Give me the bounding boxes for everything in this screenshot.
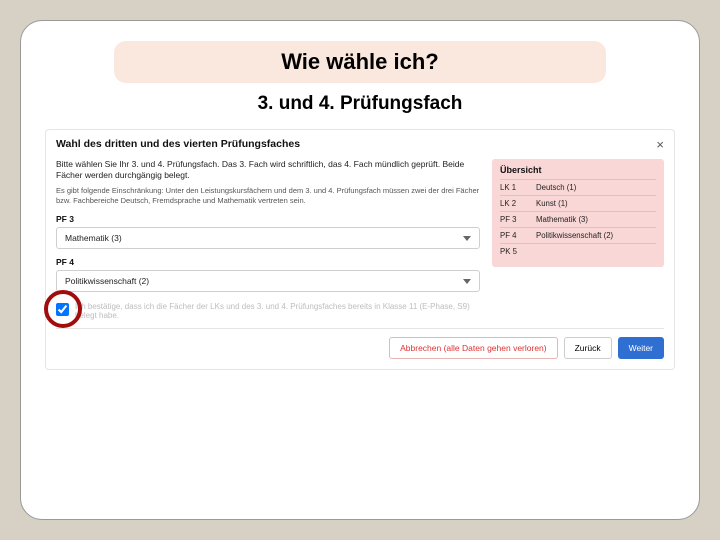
slide-title-bar: Wie wähle ich?	[114, 41, 605, 83]
overview-key: PF 4	[500, 231, 530, 240]
overview-key: LK 1	[500, 183, 530, 192]
overview-row: PK 5	[500, 243, 656, 259]
overview-key: LK 2	[500, 199, 530, 208]
panel-heading: Wahl des dritten und des vierten Prüfung…	[56, 138, 300, 150]
back-button[interactable]: Zurück	[564, 337, 612, 359]
confirm-row: Ich bestätige, dass ich die Fächer der L…	[56, 302, 480, 320]
slide-card: Wie wähle ich? 3. und 4. Prüfungsfach Wa…	[20, 20, 700, 520]
instructions-text: Bitte wählen Sie Ihr 3. und 4. Prüfungsf…	[56, 159, 480, 182]
overview-row: PF 3 Mathematik (3)	[500, 211, 656, 227]
pf3-label: PF 3	[56, 214, 480, 224]
overview-value	[536, 247, 656, 256]
close-icon[interactable]: ×	[656, 138, 664, 151]
overview-row: LK 2 Kunst (1)	[500, 195, 656, 211]
pf3-select[interactable]: Mathematik (3)	[56, 227, 480, 249]
confirm-checkbox[interactable]	[56, 303, 69, 316]
overview-value: Deutsch (1)	[536, 183, 656, 192]
pf3-selected-value: Mathematik (3)	[65, 233, 122, 243]
overview-row: PF 4 Politikwissenschaft (2)	[500, 227, 656, 243]
slide-title: Wie wähle ich?	[114, 49, 605, 75]
button-row: Abbrechen (alle Daten gehen verloren) Zu…	[56, 337, 664, 359]
overview-title: Übersicht	[500, 165, 656, 175]
cancel-button[interactable]: Abbrechen (alle Daten gehen verloren)	[389, 337, 557, 359]
form-panel: Wahl des dritten und des vierten Prüfung…	[45, 129, 675, 370]
pf4-selected-value: Politikwissenschaft (2)	[65, 276, 149, 286]
confirm-label: Ich bestätige, dass ich die Fächer der L…	[75, 302, 480, 320]
pf4-label: PF 4	[56, 257, 480, 267]
overview-key: PK 5	[500, 247, 530, 256]
divider	[56, 328, 664, 329]
next-button[interactable]: Weiter	[618, 337, 664, 359]
overview-value: Kunst (1)	[536, 199, 656, 208]
pf4-select[interactable]: Politikwissenschaft (2)	[56, 270, 480, 292]
form-left-column: Bitte wählen Sie Ihr 3. und 4. Prüfungsf…	[56, 159, 480, 320]
restriction-note: Es gibt folgende Einschränkung: Unter de…	[56, 186, 480, 206]
overview-value: Mathematik (3)	[536, 215, 656, 224]
overview-row: LK 1 Deutsch (1)	[500, 179, 656, 195]
overview-panel: Übersicht LK 1 Deutsch (1) LK 2 Kunst (1…	[492, 159, 664, 320]
slide-subtitle: 3. und 4. Prüfungsfach	[45, 93, 675, 115]
overview-key: PF 3	[500, 215, 530, 224]
overview-value: Politikwissenschaft (2)	[536, 231, 656, 240]
